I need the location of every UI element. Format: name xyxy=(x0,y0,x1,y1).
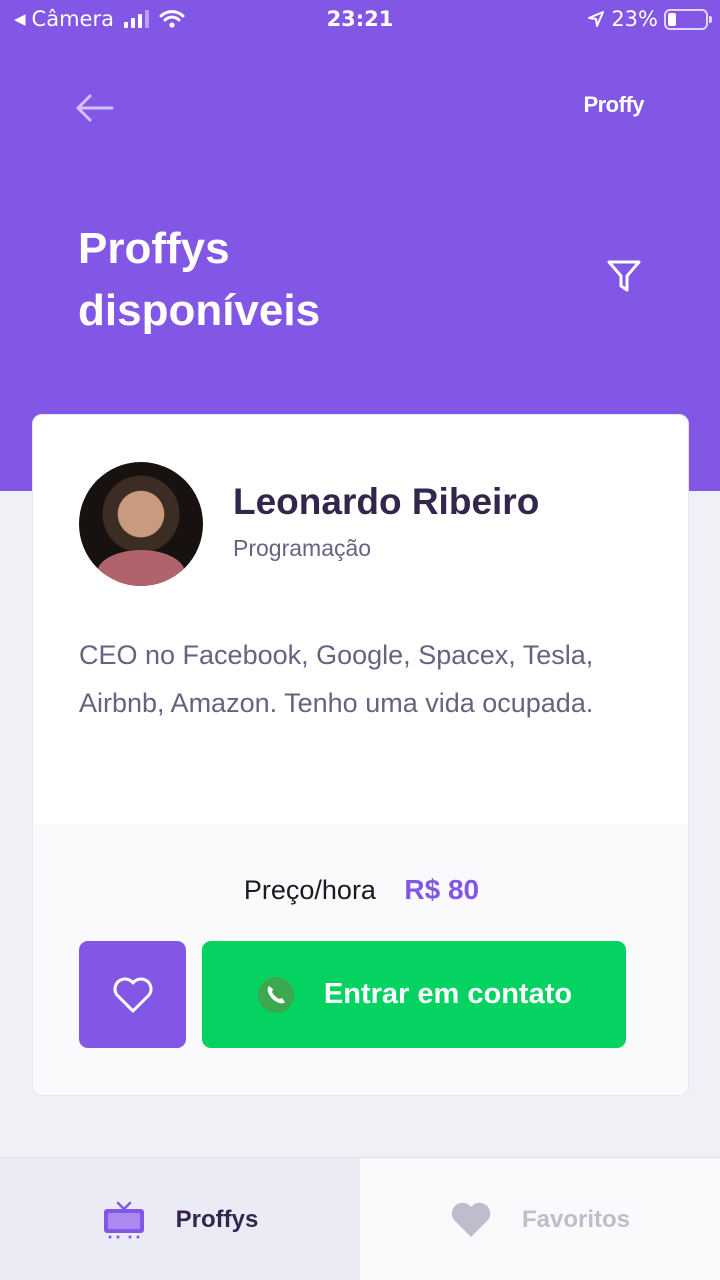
page-title-line2: disponíveis xyxy=(78,286,321,335)
tab-proffys-label: Proffys xyxy=(175,1205,259,1233)
tab-proffys[interactable]: Proffys xyxy=(0,1158,360,1280)
teacher-bio: CEO no Facebook, Google, Spacex, Tesla, … xyxy=(79,640,594,718)
status-right: 23% xyxy=(587,7,712,31)
status-bar: ◀ Câmera 23:21 23% xyxy=(0,0,720,40)
card-footer: Preço/hora R$ 80 Entrar em contato xyxy=(33,824,688,1095)
page-title-line1: Proffys xyxy=(78,224,230,273)
favorite-button[interactable] xyxy=(79,941,186,1048)
heart-icon xyxy=(451,1202,491,1237)
heart-outline-icon xyxy=(113,977,152,1012)
tv-icon xyxy=(103,1201,144,1238)
price-value: R$ 80 xyxy=(404,874,480,905)
tab-favoritos-label: Favoritos xyxy=(521,1205,631,1233)
brand-logo: Proffy xyxy=(583,92,644,117)
page-title: Proffys disponíveis xyxy=(78,218,538,342)
teacher-card: Leonardo Ribeiro Programação CEO no Face… xyxy=(32,414,689,1096)
teacher-name: Leonardo Ribeiro xyxy=(233,481,540,522)
filter-icon[interactable] xyxy=(604,256,644,296)
location-icon xyxy=(588,11,605,27)
battery-percent: 23% xyxy=(611,7,658,31)
avatar xyxy=(79,462,203,586)
price-label: Preço/hora xyxy=(243,875,376,905)
teacher-subject: Programação xyxy=(233,535,372,561)
whatsapp-icon xyxy=(257,976,294,1013)
price-row: Preço/hora R$ 80 xyxy=(33,874,688,906)
tab-bar: Proffys Favoritos xyxy=(0,1157,720,1280)
contact-button[interactable]: Entrar em contato xyxy=(202,941,626,1048)
back-arrow-icon[interactable] xyxy=(74,90,114,126)
battery-icon xyxy=(664,8,712,30)
tab-favoritos[interactable]: Favoritos xyxy=(360,1158,720,1280)
contact-label: Entrar em contato xyxy=(323,978,573,1010)
